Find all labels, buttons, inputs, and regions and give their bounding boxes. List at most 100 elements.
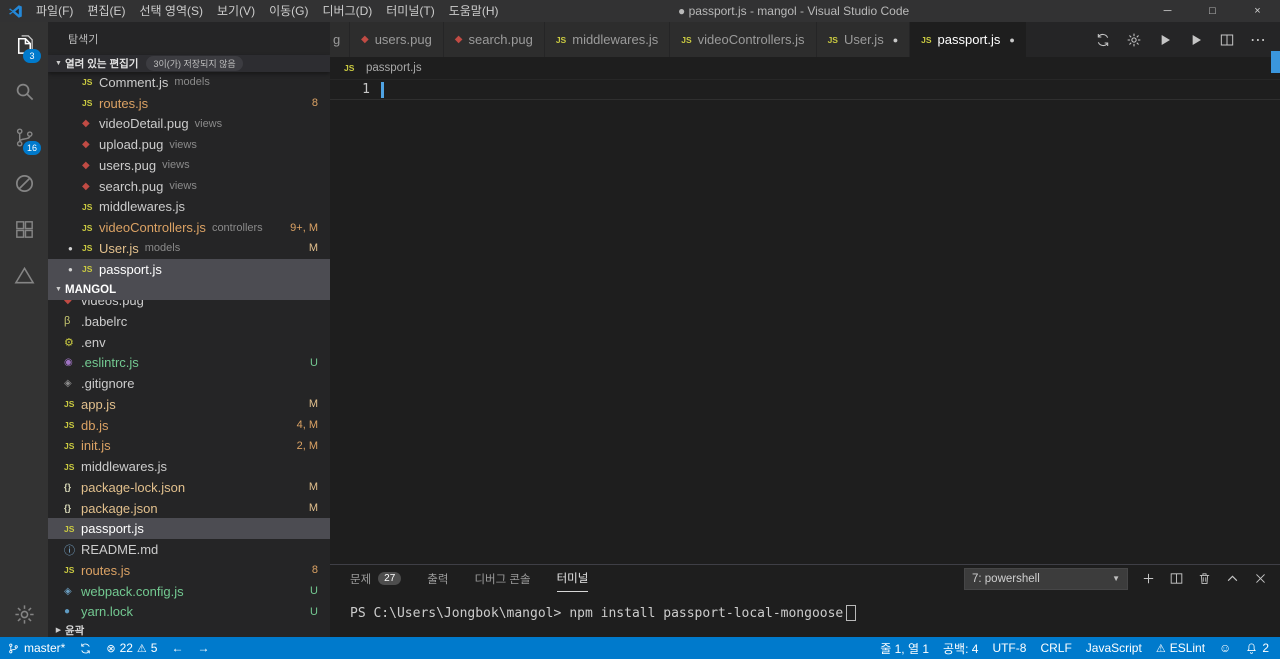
bottom-panel: 문제 27 출력 디버그 콘솔 터미널 7: powershell ▼ PS C… [330, 564, 1280, 637]
source-control-icon[interactable]: 16 [0, 114, 48, 160]
open-editor-item[interactable]: JS Comment.js models [48, 72, 330, 93]
extension-triangle-icon[interactable] [0, 252, 48, 298]
search-icon[interactable] [0, 68, 48, 114]
encoding[interactable]: UTF-8 [985, 637, 1033, 659]
modified-dot-icon: ● [68, 264, 73, 274]
menu-selection[interactable]: 선택 영역(S) [132, 0, 210, 22]
open-editors-section-header[interactable]: ▼ 열려 있는 편집기 3이(가) 저장되지 않음 [48, 55, 330, 72]
file-name: README.md [81, 542, 159, 558]
problems-badge: 9+, M [290, 221, 318, 234]
open-editor-item[interactable]: ◆ users.pug views [48, 155, 330, 176]
code-editor[interactable]: 1 [330, 79, 1280, 564]
open-editor-item[interactable]: ◆ search.pug views [48, 176, 330, 197]
file-item[interactable]: ◉ .eslintrc.js U [48, 352, 330, 373]
new-terminal-icon[interactable] [1141, 571, 1156, 586]
tab-terminal[interactable]: 터미널 [556, 565, 589, 592]
maximize-panel-icon[interactable] [1225, 571, 1240, 586]
open-editor-item[interactable]: ◆ videoDetail.pug views [48, 113, 330, 134]
menu-view[interactable]: 보기(V) [210, 0, 262, 22]
tab-middlewares-js[interactable]: JS middlewares.js [544, 22, 671, 57]
run-icon[interactable] [1157, 32, 1173, 48]
file-item[interactable]: {} package.json M [48, 498, 330, 519]
tab-output[interactable]: 출력 [427, 565, 448, 592]
menu-edit[interactable]: 편집(E) [80, 0, 132, 22]
terminal[interactable]: PS C:\Users\Jongbok\mangol> npm install … [330, 592, 1280, 637]
eol-sequence[interactable]: CRLF [1033, 637, 1078, 659]
tab-users-pug[interactable]: ◆ users.pug [350, 22, 444, 57]
file-item[interactable]: ⓘ README.md [48, 539, 330, 560]
kill-terminal-icon[interactable] [1197, 571, 1212, 586]
file-item[interactable]: JS routes.js 8 [48, 560, 330, 581]
open-editor-item[interactable]: ● JS User.js models M [48, 238, 330, 259]
debug-icon[interactable] [0, 160, 48, 206]
open-editor-item[interactable]: ◆ upload.pug views [48, 134, 330, 155]
close-button[interactable]: × [1235, 0, 1280, 22]
sync-status[interactable] [72, 637, 99, 659]
file-item[interactable]: ● yarn.lock U [48, 601, 330, 622]
file-item[interactable]: ◈ .gitignore [48, 373, 330, 394]
extensions-icon[interactable] [0, 206, 48, 252]
file-desc: models [174, 76, 210, 89]
tab-problems[interactable]: 문제 27 [350, 565, 402, 592]
tab-user-js[interactable]: JS User.js ● [816, 22, 911, 57]
open-editor-item-active[interactable]: ● JS passport.js [48, 258, 330, 280]
file-item[interactable]: JS middlewares.js [48, 456, 330, 477]
more-actions-icon[interactable]: ⋯ [1250, 30, 1266, 50]
language-mode[interactable]: JavaScript [1079, 637, 1149, 659]
modified-dot-icon[interactable]: ● [1009, 35, 1014, 45]
modified-dot-icon[interactable]: ● [893, 35, 898, 45]
start-debug-icon[interactable] [1188, 32, 1204, 48]
branch-icon [7, 642, 20, 655]
js-file-icon: JS [64, 420, 75, 431]
notifications-status[interactable]: 2 [1238, 637, 1276, 659]
close-panel-icon[interactable] [1253, 571, 1268, 586]
file-item[interactable]: JS db.js 4, M [48, 415, 330, 436]
sync-icon[interactable] [1095, 32, 1111, 48]
file-item[interactable]: JS app.js M [48, 394, 330, 415]
menu-debug[interactable]: 디버그(D) [315, 0, 379, 22]
file-item[interactable]: β .babelrc [48, 311, 330, 332]
maximize-button[interactable]: □ [1190, 0, 1235, 22]
problems-status[interactable]: ⊗ 22 ⚠ 5 [99, 637, 164, 659]
explorer-icon[interactable]: 3 [0, 22, 48, 68]
js-file-icon: JS [555, 34, 567, 45]
menu-help[interactable]: 도움말(H) [442, 0, 506, 22]
menu-terminal[interactable]: 터미널(T) [379, 0, 441, 22]
tab-partial[interactable]: g [330, 22, 350, 57]
tab-videocontrollers-js[interactable]: JS videoControllers.js [670, 22, 817, 57]
cursor-position[interactable]: 줄 1, 열 1 [873, 637, 936, 659]
file-name: passport.js [99, 261, 162, 277]
minimize-button[interactable]: ─ [1145, 0, 1190, 22]
tab-passport-js-active[interactable]: JS passport.js ● [910, 22, 1027, 57]
git-branch-status[interactable]: master* [0, 637, 72, 659]
terminal-picker-select[interactable]: 7: powershell ▼ [964, 567, 1128, 590]
tab-debug-console[interactable]: 디버그 콘솔 [474, 565, 530, 592]
open-editor-item[interactable]: JS middlewares.js [48, 196, 330, 217]
js-file-icon: JS [82, 264, 93, 275]
file-item[interactable]: ◈ webpack.config.js U [48, 581, 330, 602]
file-item[interactable]: ⚙ .env [48, 332, 330, 353]
outline-section-header[interactable]: ▶ 윤곽 [48, 623, 330, 637]
navigate-forward-icon[interactable]: → [190, 637, 216, 659]
navigate-back-icon[interactable]: ← [164, 637, 190, 659]
file-item[interactable]: JS init.js 2, M [48, 435, 330, 456]
tab-search-pug[interactable]: ◆ search.pug [443, 22, 545, 57]
breadcrumb[interactable]: JS passport.js [330, 57, 1280, 79]
split-terminal-icon[interactable] [1169, 571, 1184, 586]
folder-section-header[interactable]: ▼ MANGOL [48, 279, 330, 301]
feedback-smiley-icon[interactable]: ☺ [1212, 637, 1238, 659]
file-item-selected[interactable]: JS passport.js [48, 518, 330, 540]
settings-gear-icon[interactable] [0, 591, 48, 637]
file-name: search.pug [99, 178, 164, 194]
menu-go[interactable]: 이동(G) [262, 0, 315, 22]
indentation[interactable]: 공백: 4 [936, 637, 985, 659]
open-editor-item[interactable]: JS routes.js 8 [48, 93, 330, 114]
split-editor-icon[interactable] [1219, 32, 1235, 48]
gear-icon[interactable] [1126, 32, 1142, 48]
eslint-status[interactable]: ⚠ ESLint [1149, 637, 1212, 659]
file-item[interactable]: {} package-lock.json M [48, 477, 330, 498]
menu-file[interactable]: 파일(F) [29, 0, 80, 22]
pug-file-icon: ◆ [82, 118, 90, 130]
error-count: 22 [119, 641, 133, 655]
open-editor-item[interactable]: JS videoControllers.js controllers 9+, M [48, 217, 330, 238]
